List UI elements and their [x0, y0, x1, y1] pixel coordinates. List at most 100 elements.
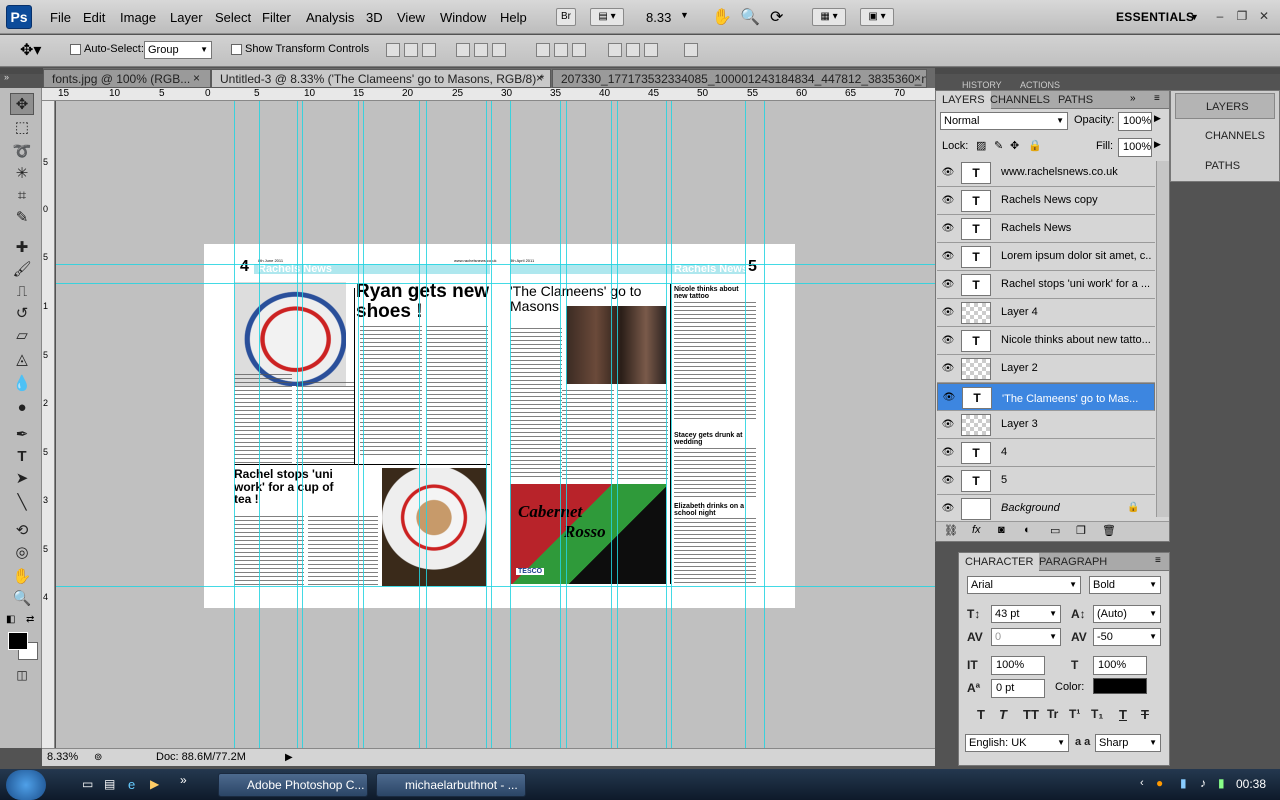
distribute-right-icon[interactable] [644, 43, 658, 57]
guide-line[interactable] [302, 101, 303, 748]
tracking-field[interactable]: -50 ▼ [1093, 628, 1161, 646]
leading-field[interactable]: (Auto) ▼ [1093, 605, 1161, 623]
align-vcenter-icon[interactable] [404, 43, 418, 57]
lock-pixels-icon[interactable]: ✎ [994, 139, 1003, 152]
menu-file[interactable]: File [50, 10, 71, 25]
menu-help[interactable]: Help [500, 10, 527, 25]
distribute-top-icon[interactable] [536, 43, 550, 57]
blur-tool-icon[interactable]: 💧 [10, 373, 34, 395]
panel-menu-icon[interactable]: ≡ [1155, 555, 1161, 566]
taskbar-photoshop[interactable]: Adobe Photoshop C... [218, 773, 368, 797]
visibility-eye-icon[interactable]: 👁 [941, 167, 955, 179]
dodge-tool-icon[interactable]: ● [10, 397, 34, 419]
layer-row[interactable]: 👁 Layer 3 [937, 411, 1155, 439]
dock-layers[interactable]: LAYERS [1175, 93, 1275, 119]
marquee-tool-icon[interactable]: ⬚ [10, 117, 34, 139]
guide-line[interactable] [560, 101, 561, 748]
guide-line[interactable] [234, 101, 235, 748]
tab-close-icon[interactable]: × [193, 71, 200, 85]
visibility-eye-icon[interactable]: 👁 [941, 447, 955, 459]
lock-position-icon[interactable]: ✥ [1010, 139, 1019, 152]
baseline-shift-field[interactable]: 0 pt [991, 679, 1045, 698]
visibility-eye-icon[interactable]: 👁 [941, 307, 955, 319]
layer-style-icon[interactable]: fx [972, 524, 981, 536]
hand-tool-icon[interactable]: ✋ [10, 566, 34, 588]
auto-select-checkbox[interactable] [70, 44, 81, 55]
kerning-field[interactable]: 0 ▼ [991, 628, 1061, 646]
swap-colors-icon[interactable]: ⇄ [26, 614, 34, 625]
zoom-dropdown-icon[interactable]: ▼ [680, 10, 689, 20]
default-colors-icon[interactable]: ◧ [6, 614, 15, 625]
pen-tool-icon[interactable]: ✒ [10, 424, 34, 446]
layer-row[interactable]: 👁 T Rachels News [937, 215, 1155, 243]
paint-bucket-icon[interactable]: ◬ [10, 349, 34, 371]
clone-stamp-icon[interactable]: ⎍ [10, 281, 34, 303]
layer-mask-icon[interactable]: ◙ [998, 524, 1005, 536]
delete-layer-icon[interactable]: 🗑 [1102, 524, 1116, 537]
workspace-switcher[interactable]: ESSENTIALS [1116, 10, 1194, 24]
restore-icon[interactable]: ❐ [1232, 8, 1252, 24]
lasso-tool-icon[interactable]: ➰ [10, 141, 34, 163]
show-desktop-icon[interactable]: ▭ [82, 777, 93, 791]
move-tool-preset-icon[interactable]: ✥▾ [20, 40, 41, 60]
menu-view[interactable]: View [397, 10, 425, 25]
layers-scrollbar[interactable] [1156, 161, 1169, 517]
tab-paragraph[interactable]: PARAGRAPH [1033, 553, 1113, 571]
distribute-hcenter-icon[interactable] [626, 43, 640, 57]
visibility-eye-icon[interactable]: 👁 [941, 503, 955, 515]
screen-mode-icon[interactable]: ▣ ▾ [860, 8, 894, 26]
guide-line[interactable] [358, 101, 359, 748]
close-icon[interactable]: ✕ [1254, 8, 1274, 24]
history-brush-icon[interactable]: ↺ [10, 303, 34, 325]
layer-row[interactable]: 👁 T Rachels News copy [937, 187, 1155, 215]
tab-layers[interactable]: LAYERS [936, 91, 991, 109]
layer-row[interactable]: 👁 T 4 [937, 439, 1155, 467]
layer-row[interactable]: 👁 Twww.rachelsnews.co.uk [937, 159, 1155, 187]
layer-row[interactable]: 👁 Background 🔒 [937, 495, 1155, 523]
tab-photo[interactable]: 207330_177173532334085_100001243184834_4… [552, 69, 927, 88]
guide-line[interactable] [666, 101, 667, 748]
mini-bridge-icon[interactable]: ▤ ▾ [590, 8, 624, 26]
tray-volume-icon[interactable]: ♪ [1200, 776, 1206, 790]
menu-image[interactable]: Image [120, 10, 156, 25]
bridge-button[interactable]: Br [556, 8, 576, 26]
subscript-button[interactable]: T₁ [1091, 707, 1103, 721]
guide-line[interactable] [671, 101, 672, 748]
guide-line[interactable] [745, 101, 746, 748]
text-color-swatch[interactable] [1093, 678, 1147, 694]
all-caps-button[interactable]: TT [1023, 707, 1039, 722]
transform-controls-checkbox[interactable] [231, 44, 242, 55]
collapse-panel-icon[interactable]: » [1130, 93, 1136, 104]
align-left-icon[interactable] [456, 43, 470, 57]
faux-italic-button[interactable]: T [999, 707, 1007, 722]
layer-row[interactable]: 👁 T Rachel stops 'uni work' for a ... [937, 271, 1155, 299]
explorer-icon[interactable]: ▤ [104, 777, 115, 791]
opacity-field[interactable]: 100% [1118, 112, 1152, 131]
tab-fonts[interactable]: fonts.jpg @ 100% (RGB... [43, 69, 211, 88]
type-tool-icon[interactable]: T [10, 446, 34, 468]
auto-select-dropdown[interactable]: Group ▼ [144, 41, 212, 59]
layer-row[interactable]: 👁 T Lorem ipsum dolor sit amet, c... [937, 243, 1155, 271]
lock-all-icon[interactable]: 🔒 [1028, 139, 1042, 152]
visibility-eye-icon[interactable]: 👁 [942, 392, 956, 404]
language-dropdown[interactable]: English: UK ▼ [965, 734, 1069, 752]
tab-close-icon[interactable]: × [914, 71, 921, 85]
distribute-bottom-icon[interactable] [572, 43, 586, 57]
horizontal-scale-field[interactable]: 100% [1093, 656, 1147, 675]
font-family-dropdown[interactable]: Arial ▼ [967, 576, 1081, 594]
layer-row[interactable]: 👁 Layer 2 [937, 355, 1155, 383]
visibility-eye-icon[interactable]: 👁 [941, 195, 955, 207]
distribute-vcenter-icon[interactable] [554, 43, 568, 57]
taskbar-expand-icon[interactable]: » [180, 773, 187, 787]
blend-mode-dropdown[interactable]: Normal ▼ [940, 112, 1068, 130]
opacity-slider-icon[interactable]: ▶ [1154, 113, 1161, 124]
visibility-eye-icon[interactable]: 👁 [941, 419, 955, 431]
vertical-scale-field[interactable]: 100% [991, 656, 1045, 675]
workspace-dropdown-icon[interactable]: ▼ [1190, 12, 1199, 22]
healing-brush-icon[interactable]: ✚ [10, 237, 34, 259]
3d-orbit-icon[interactable]: ◎ [10, 542, 34, 564]
guide-line[interactable] [56, 283, 935, 284]
collapse-tools-icon[interactable]: » [4, 72, 9, 82]
underline-button[interactable]: T [1119, 707, 1127, 722]
distribute-left-icon[interactable] [608, 43, 622, 57]
